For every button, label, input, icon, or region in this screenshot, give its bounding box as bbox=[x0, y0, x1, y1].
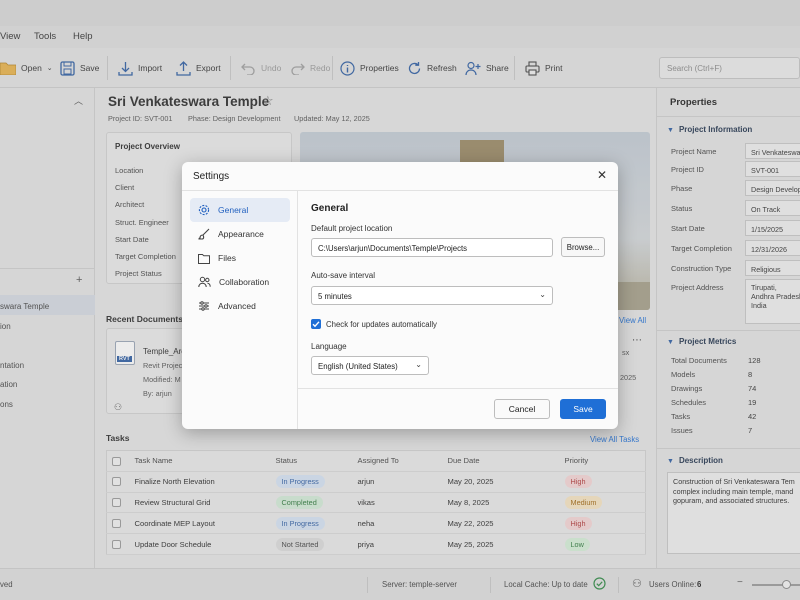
dialog-nav-divider bbox=[297, 191, 298, 429]
nav-label: Collaboration bbox=[219, 277, 270, 287]
sliders-icon bbox=[199, 301, 209, 311]
nav-general[interactable]: General bbox=[190, 198, 290, 222]
folder-icon bbox=[198, 253, 210, 264]
location-label: Default project location bbox=[311, 224, 393, 233]
autosave-label: Auto-save interval bbox=[311, 271, 376, 280]
language-select[interactable]: English (United States) ⌄ bbox=[311, 356, 429, 375]
brush-icon bbox=[198, 228, 210, 240]
cancel-button[interactable]: Cancel bbox=[494, 399, 550, 419]
chevron-down-icon: ⌄ bbox=[415, 360, 422, 369]
language-label: Language bbox=[311, 342, 347, 351]
nav-label: Advanced bbox=[218, 301, 256, 311]
save-button[interactable]: Save bbox=[560, 399, 606, 419]
autosave-interval-select[interactable]: 5 minutes ⌄ bbox=[311, 286, 553, 305]
settings-dialog: Settings ✕ General Appearance Files Coll… bbox=[182, 162, 618, 429]
nav-label: General bbox=[218, 205, 249, 215]
dialog-header-divider bbox=[182, 190, 618, 191]
updates-checkbox[interactable] bbox=[311, 319, 321, 329]
language-value: English (United States) bbox=[318, 362, 398, 371]
dialog-title: Settings bbox=[193, 171, 230, 182]
gear-icon bbox=[198, 204, 210, 216]
nav-files[interactable]: Files bbox=[190, 246, 290, 270]
section-title: General bbox=[311, 203, 349, 214]
checkmark-icon bbox=[312, 321, 320, 328]
nav-advanced[interactable]: Advanced bbox=[190, 294, 290, 318]
updates-label[interactable]: Check for updates automatically bbox=[326, 320, 437, 329]
autosave-value: 5 minutes bbox=[318, 292, 352, 301]
dialog-footer-divider bbox=[298, 388, 618, 389]
nav-appearance[interactable]: Appearance bbox=[190, 222, 290, 246]
nav-label: Files bbox=[218, 253, 236, 263]
project-location-input[interactable]: C:\Users\arjun\Documents\Temple\Projects bbox=[311, 238, 553, 257]
close-icon[interactable]: ✕ bbox=[597, 168, 607, 182]
chevron-down-icon: ⌄ bbox=[539, 290, 546, 299]
nav-label: Appearance bbox=[218, 229, 264, 239]
browse-button[interactable]: Browse... bbox=[561, 237, 605, 257]
people-icon bbox=[198, 276, 211, 288]
nav-collaboration[interactable]: Collaboration bbox=[190, 270, 290, 294]
